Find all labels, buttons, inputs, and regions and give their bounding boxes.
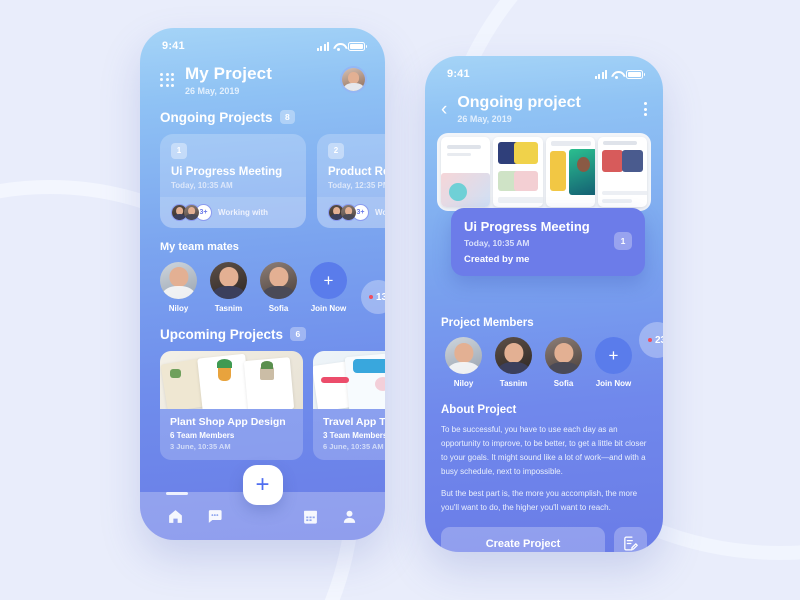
upcoming-card[interactable]: Travel App Test 3 Team Members 6 June, 1… [313,350,385,460]
about-paragraph-2: But the best part is, the more you accom… [441,489,638,513]
card-title: Ui Progress Meeting [171,165,283,178]
section-title-about: About Project [441,404,517,417]
section-title-members: Project Members [441,317,534,330]
badge-dot-icon [647,338,652,342]
avatar[interactable] [340,66,367,94]
status-time: 9:41 [162,40,185,52]
mate-item[interactable]: Sofia [260,261,297,313]
chevron-left-icon[interactable]: ‹ [441,100,447,119]
ongoing-card[interactable]: 1 Ui Progress Meeting Today, 10:35 AM 3+… [160,133,306,228]
ongoing-card[interactable]: 2 Product Report Chak Today, 12:35 PM 3+… [317,133,385,228]
detail-number-badge: 1 [614,232,632,250]
status-bar: 9:41 [140,28,385,56]
project-preview-collage [437,133,651,212]
badge-dot-icon [368,295,373,299]
section-project-members: Project Members [425,317,663,329]
wifi-icon [333,42,344,51]
phone-screen-ongoing-project: 9:41 ‹ Ongoing project 26 May, 2019 Ui P… [425,56,663,552]
about-paragraph-1: To be successful, you have to use each d… [441,425,647,477]
detail-creator: Created by me [464,254,530,265]
section-team-mates: My team mates [140,241,385,253]
mate-name: Sofia [268,303,289,313]
working-with-label: Working with [375,207,385,217]
avatar-stack: 3+ [171,203,212,221]
page-title: Ongoing project [457,94,581,111]
status-bar: 9:41 [425,56,663,84]
status-time: 9:41 [447,68,470,80]
add-project-fab[interactable]: + [242,465,283,505]
upcoming-members: 3 Team Members [323,430,385,440]
project-thumbnail [313,350,385,409]
app-header: My Project 26 May, 2019 [140,56,385,96]
upcoming-members: 6 Team Members [170,430,235,440]
member-name: Tasnim [499,379,528,389]
edit-document-button[interactable] [614,527,647,552]
join-now-button[interactable]: + Join Now [310,261,347,313]
card-number: 2 [328,142,344,159]
member-name: Sofia [553,379,574,389]
mate-item[interactable]: Niloy [160,261,197,313]
upcoming-time: 6 June, 10:35 AM [323,441,384,451]
project-thumbnail [160,350,303,409]
ongoing-count-badge: 8 [279,110,296,124]
join-now-button[interactable]: + Join Now [595,337,632,388]
upcoming-card[interactable]: Plant Shop App Design 6 Team Members 3 J… [160,350,303,460]
signal-icon [594,69,607,79]
profile-icon[interactable] [341,508,358,525]
action-bar: Create Project [425,527,663,552]
section-about-project: About Project [425,404,663,416]
upcoming-count-badge: 6 [290,327,306,341]
section-ongoing-projects: Ongoing Projects 8 [140,110,385,125]
project-members-list: Niloy Tasnim Sofia + Join Now [425,329,663,388]
members-badge-count: 23 [654,334,663,346]
member-item[interactable]: Tasnim [495,337,532,388]
page-title: My Project [185,64,272,83]
signal-icon [316,41,329,51]
section-title-upcoming: Upcoming Projects [160,326,284,342]
edit-document-icon [624,536,638,551]
create-project-button[interactable]: Create Project [441,527,605,552]
page-date: 26 May, 2019 [457,114,512,125]
join-now-label: Join Now [310,303,347,313]
grid-menu-icon[interactable] [160,72,174,87]
detail-header: ‹ Ongoing project 26 May, 2019 [425,84,663,124]
mate-name: Tasnim [214,303,243,313]
detail-title: Ui Progress Meeting [464,219,590,234]
card-time: Today, 12:35 PM [328,180,385,190]
ongoing-cards-scroller[interactable]: 1 Ui Progress Meeting Today, 10:35 AM 3+… [140,125,385,228]
member-item[interactable]: Sofia [545,337,582,388]
upcoming-title: Plant Shop App Design [170,415,286,428]
phone-screen-my-project: 9:41 My Project 26 May, 2019 Ongoing Pro… [140,28,385,540]
section-upcoming-projects: Upcoming Projects 6 [140,327,385,342]
mate-name: Niloy [168,303,189,313]
battery-icon [348,41,367,51]
member-item[interactable]: Niloy [445,337,482,388]
avatar-stack: 3+ [328,203,369,221]
card-title: Product Report Chak [328,165,385,178]
section-title-ongoing: Ongoing Projects [160,109,273,125]
card-number: 1 [171,142,187,159]
working-with-label: Working with [218,207,269,217]
plus-icon: + [310,261,347,299]
calendar-icon[interactable] [302,508,319,525]
project-detail-card[interactable]: Ui Progress Meeting Today, 10:35 AM Crea… [451,208,645,276]
mate-item[interactable]: Tasnim [210,261,247,313]
plus-icon: + [595,337,632,375]
upcoming-time: 3 June, 10:35 AM [170,441,231,451]
detail-time: Today, 10:35 AM [464,238,530,248]
upcoming-title: Travel App Test [323,415,385,428]
chat-icon[interactable] [206,508,223,525]
upcoming-cards-scroller[interactable]: Plant Shop App Design 6 Team Members 3 J… [140,342,385,460]
section-title-mates: My team mates [160,240,239,253]
team-mates-list: Niloy Tasnim Sofia + Join Now [140,253,385,313]
join-now-label: Join Now [595,379,632,389]
page-date: 26 May, 2019 [185,85,240,96]
more-vertical-icon[interactable] [644,102,647,117]
home-icon[interactable] [167,508,184,525]
battery-icon [626,69,645,79]
card-time: Today, 10:35 AM [171,180,233,190]
mates-badge-count: 13 [375,291,385,303]
wifi-icon [611,70,622,79]
member-name: Niloy [453,379,474,389]
